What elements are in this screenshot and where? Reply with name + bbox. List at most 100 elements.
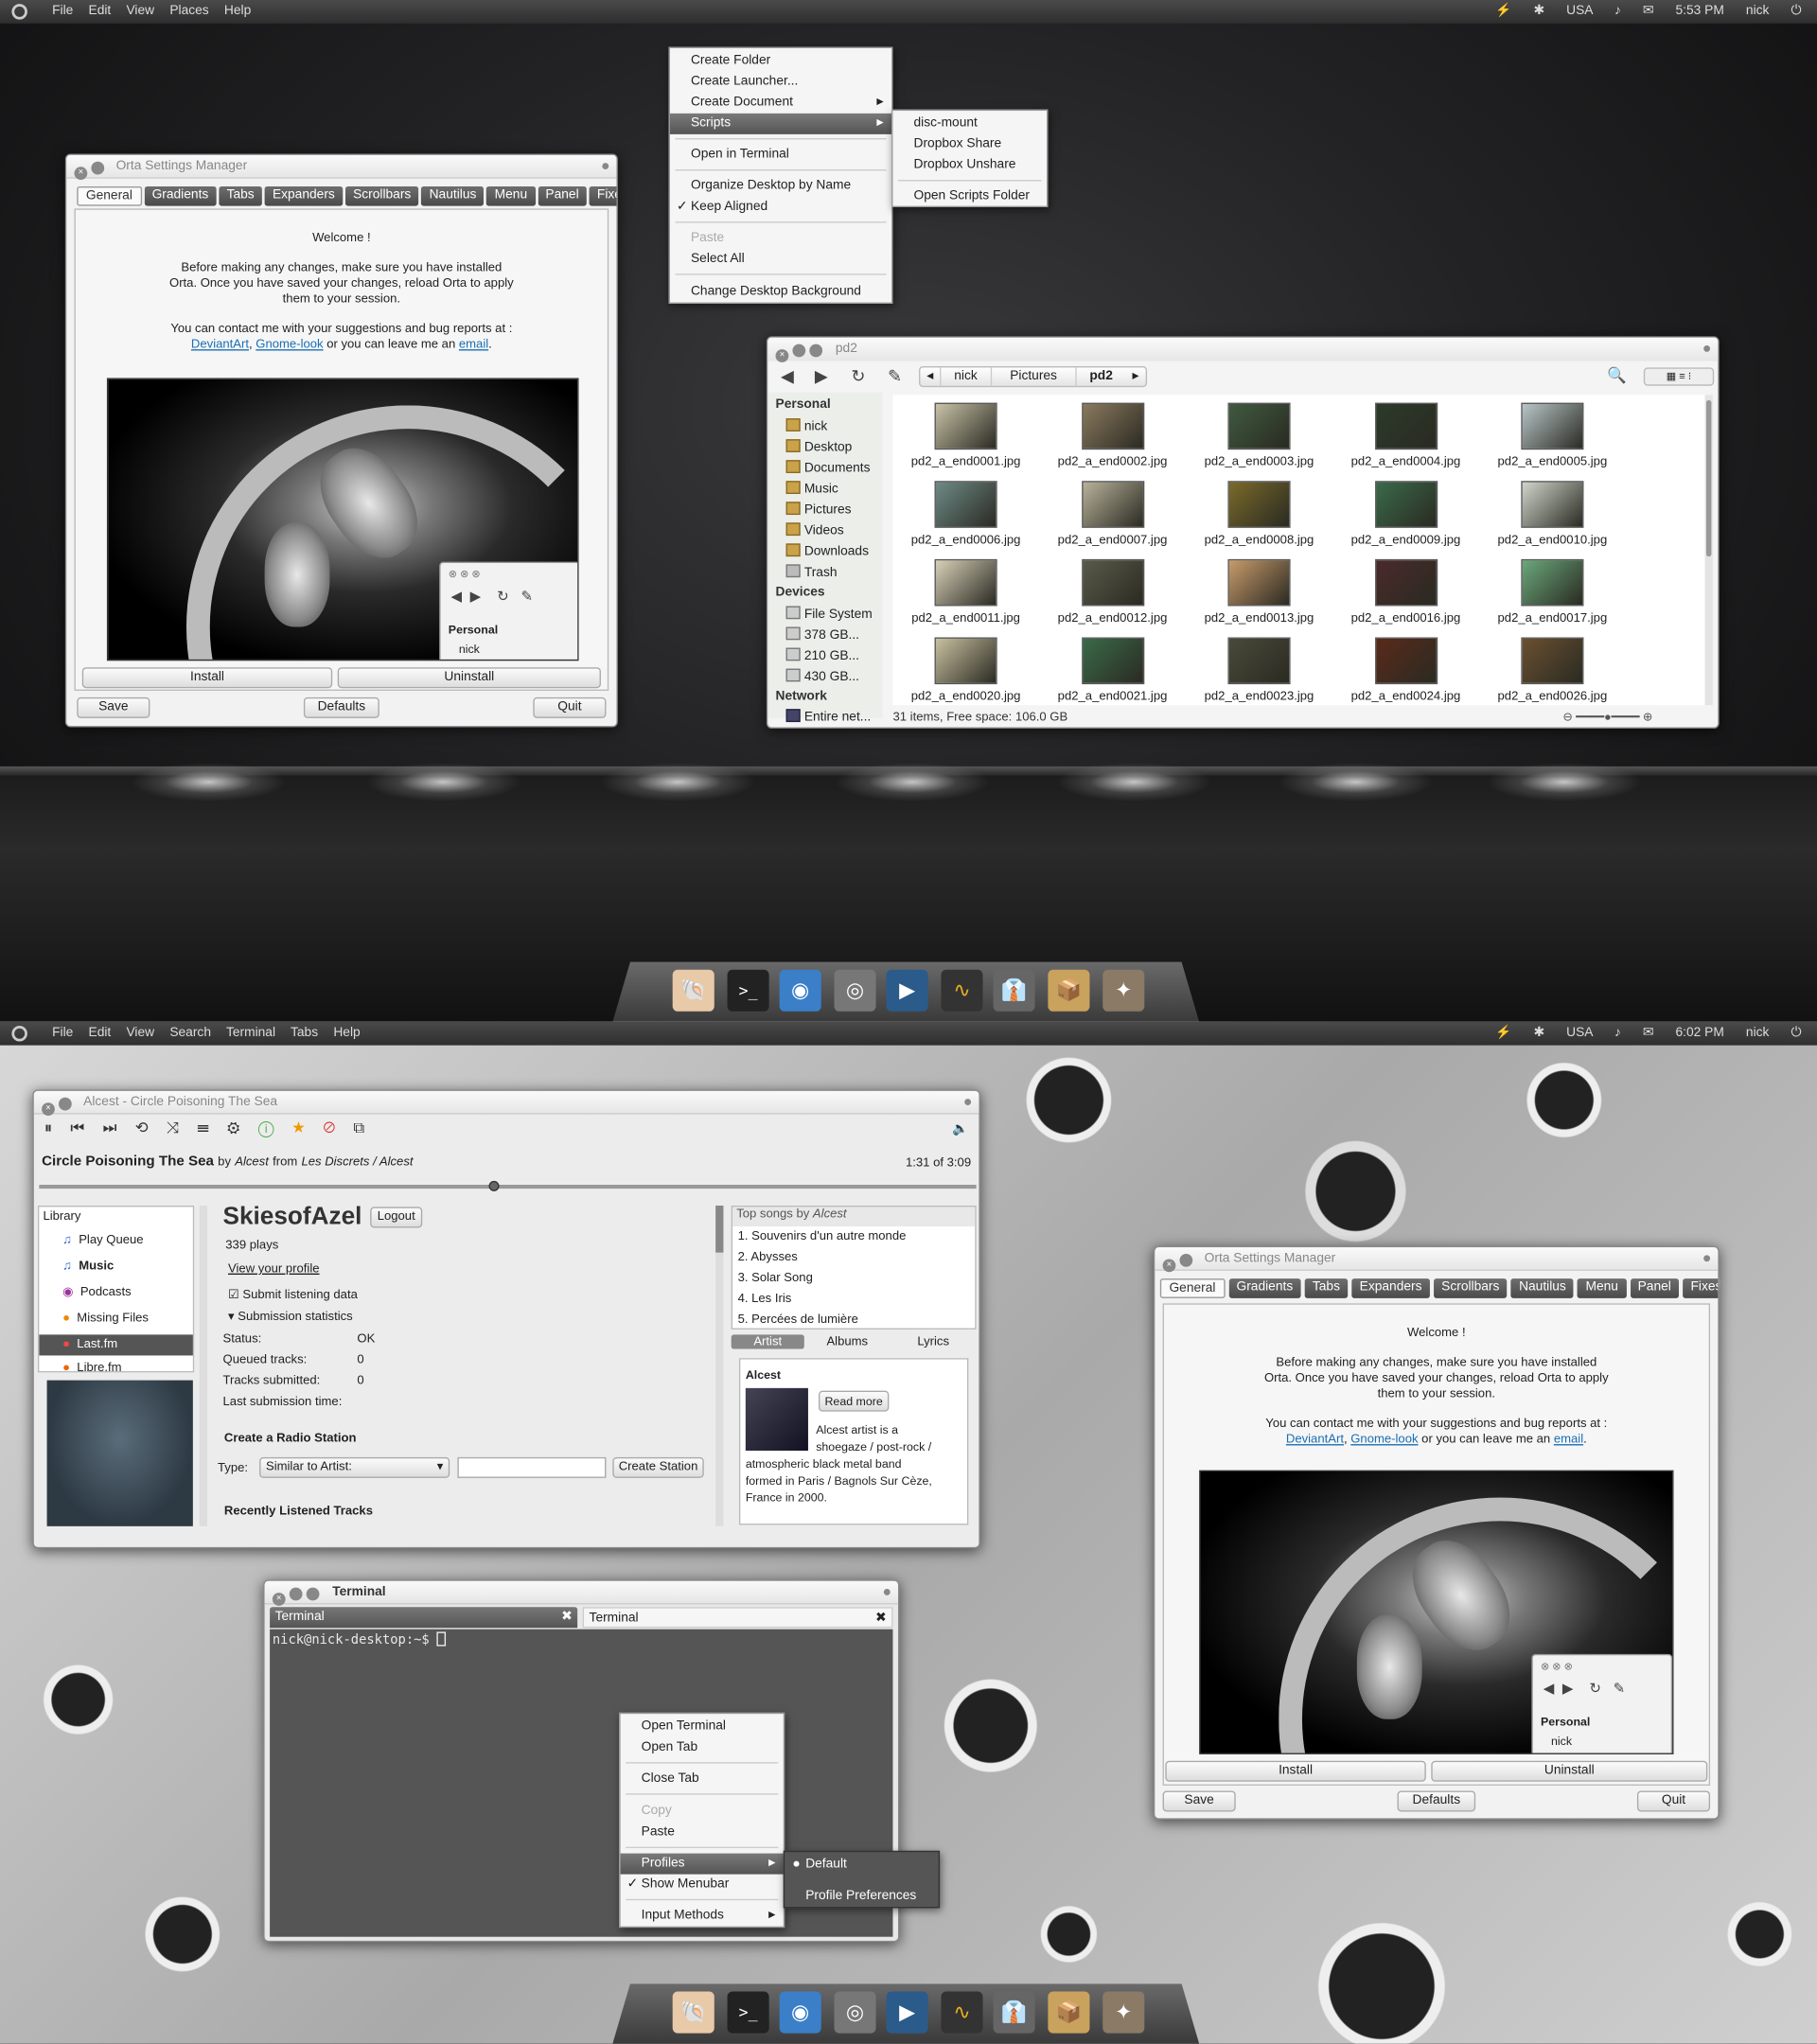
menu-places[interactable]: Places	[169, 4, 208, 18]
sidebar-item-lastfm[interactable]: ● Last.fm	[39, 1334, 193, 1356]
bluetooth-icon[interactable]: ✱	[1533, 1026, 1544, 1040]
close-icon[interactable]: ×	[74, 167, 88, 181]
terminal-icon[interactable]: >_	[727, 969, 769, 1012]
ubuntu-logo-icon[interactable]	[11, 4, 27, 20]
volume-icon[interactable]: ♪	[1614, 1026, 1621, 1040]
tab-gradients[interactable]: Gradients	[144, 185, 217, 206]
bluetooth-icon[interactable]: ✱	[1533, 4, 1544, 18]
menu-select-all[interactable]: Select All	[670, 249, 891, 270]
menu-profile-preferences[interactable]: Profile Preferences	[785, 1886, 939, 1907]
top-song-2[interactable]: 2. Abysses	[738, 1250, 798, 1264]
ubuntu-shell-icon[interactable]: 🐚	[672, 1991, 714, 2034]
view-mode-switcher[interactable]: ▦ ≡ ⁝	[1643, 367, 1715, 386]
defaults-button[interactable]: Defaults	[1397, 1790, 1476, 1812]
file-item[interactable]: pd2_a_end0026.jpg	[1479, 637, 1625, 704]
video-icon[interactable]: ▶	[886, 969, 928, 1012]
power-icon[interactable]: ⏻	[1791, 1026, 1802, 1040]
ubuntu-shell-icon[interactable]: 🐚	[672, 969, 714, 1012]
scrollbar[interactable]	[1704, 395, 1713, 706]
pause-icon[interactable]: ⏸	[44, 1119, 71, 1137]
file-item[interactable]: pd2_a_end0023.jpg	[1186, 637, 1332, 704]
menu-paste[interactable]: Paste	[670, 228, 891, 249]
gnome-look-link[interactable]: Gnome-look	[256, 338, 323, 352]
sidebar-item-librefm[interactable]: ● Libre.fm	[62, 1361, 121, 1371]
mail-icon[interactable]: ✉	[1643, 4, 1654, 18]
file-item[interactable]: pd2_a_end0009.jpg	[1332, 481, 1478, 547]
create-station-button[interactable]: Create Station	[612, 1456, 704, 1478]
file-item[interactable]: pd2_a_end0008.jpg	[1186, 481, 1332, 547]
uninstall-button[interactable]: Uninstall	[1431, 1760, 1708, 1782]
email-link[interactable]: email	[459, 338, 488, 352]
sidebar-item-music[interactable]: ♫ Music	[62, 1260, 114, 1274]
tab-fixes[interactable]: Fixes	[589, 185, 617, 206]
menu-scripts[interactable]: Scripts ▶	[669, 113, 892, 134]
close-tab-icon[interactable]: ✖	[875, 1609, 887, 1630]
menu-keep-aligned[interactable]: ✓ Keep Aligned	[670, 197, 891, 218]
file-item[interactable]: pd2_a_end0021.jpg	[1039, 637, 1185, 704]
maximize-icon[interactable]	[306, 1587, 320, 1601]
volume-icon[interactable]: ♪	[1614, 4, 1621, 18]
playlist-icon[interactable]: ☰	[197, 1119, 227, 1137]
menu-dropbox-unshare[interactable]: Dropbox Unshare	[892, 155, 1047, 176]
network-icon[interactable]: ⚡	[1495, 4, 1511, 18]
suit-icon[interactable]: 👔	[993, 969, 1035, 1012]
sidebar-item-pictures[interactable]: Pictures	[785, 502, 852, 518]
menu-file[interactable]: File	[52, 1026, 73, 1040]
file-item[interactable]: pd2_a_end0024.jpg	[1332, 637, 1478, 704]
tab-nautilus[interactable]: Nautilus	[421, 185, 485, 206]
menu-dropbox-share[interactable]: Dropbox Share	[892, 134, 1047, 155]
tab-gradients[interactable]: Gradients	[1228, 1278, 1301, 1298]
gimp-icon[interactable]: ✦	[1103, 1991, 1145, 2034]
tab-nautilus[interactable]: Nautilus	[1510, 1278, 1575, 1298]
top-song-3[interactable]: 3. Solar Song	[738, 1271, 813, 1285]
close-icon[interactable]: ×	[42, 1102, 55, 1116]
menu-edit[interactable]: Edit	[89, 4, 112, 18]
top-song-4[interactable]: 4. Les Iris	[738, 1292, 792, 1306]
user-menu[interactable]: nick	[1746, 4, 1770, 18]
sidebar-item-trash[interactable]: Trash	[785, 564, 838, 580]
save-button[interactable]: Save	[77, 696, 150, 718]
network-icon[interactable]: ⚡	[1495, 1026, 1511, 1040]
menu-change-background[interactable]: Change Desktop Background	[670, 282, 891, 303]
sidebar-item-play-queue[interactable]: ♫ Play Queue	[62, 1233, 143, 1247]
back-icon[interactable]: ◀	[781, 366, 794, 387]
menu-paste[interactable]: Paste	[621, 1823, 784, 1843]
tab-panel[interactable]: Panel	[538, 185, 587, 206]
mini-window-buttons[interactable]: ⊗ ⊗ ⊗	[449, 567, 481, 583]
ban-icon[interactable]: ⊘	[323, 1119, 353, 1137]
sidebar-item-network[interactable]: Entire net...	[785, 709, 871, 725]
tab-terminal-2[interactable]: Terminal ✖	[582, 1607, 893, 1630]
artist-name[interactable]: Alcest	[235, 1154, 269, 1169]
crumb-pictures[interactable]: Pictures	[990, 367, 1076, 386]
defaults-button[interactable]: Defaults	[303, 696, 379, 718]
file-item[interactable]: pd2_a_end0002.jpg	[1039, 402, 1185, 469]
gimp-icon[interactable]: ✦	[1103, 969, 1145, 1012]
progress-bar[interactable]	[39, 1180, 977, 1191]
sidebar-item-drive-210[interactable]: 210 GB...	[785, 647, 859, 663]
sidebar-item-drive-430[interactable]: 430 GB...	[785, 668, 859, 684]
menu-tabs[interactable]: Tabs	[291, 1026, 318, 1040]
tab-expanders[interactable]: Expanders	[1351, 1278, 1430, 1298]
submit-checkbox[interactable]: ☑ Submit listening data	[228, 1288, 358, 1302]
minimize-icon[interactable]	[289, 1587, 303, 1601]
splitter[interactable]	[715, 1206, 724, 1526]
zoom-slider[interactable]: ⊖ ━━━━●━━━━ ⊕	[1562, 711, 1652, 725]
sidebar-item-missing-files[interactable]: ● Missing Files	[62, 1312, 149, 1326]
menu-organize-desktop[interactable]: Organize Desktop by Name	[670, 176, 891, 197]
menu-create-document[interactable]: Create Document ▶	[670, 93, 891, 114]
terminal-icon[interactable]: >_	[727, 1991, 769, 2034]
tab-general[interactable]: General	[77, 185, 142, 206]
file-item[interactable]: pd2_a_end0010.jpg	[1479, 481, 1625, 547]
tab-scrollbars[interactable]: Scrollbars	[344, 185, 419, 206]
submission-stats-expander[interactable]: ▾ Submission statistics	[228, 1310, 353, 1324]
previous-icon[interactable]: ⏮	[70, 1119, 102, 1137]
sidebar-item-downloads[interactable]: Downloads	[785, 543, 869, 559]
video-icon[interactable]: ▶	[886, 1991, 928, 2034]
love-icon[interactable]: ★	[292, 1119, 324, 1137]
menu-close-tab[interactable]: Close Tab	[621, 1769, 784, 1789]
file-item[interactable]: pd2_a_end0013.jpg	[1186, 558, 1332, 626]
search-icon[interactable]: 🔍	[1607, 366, 1627, 384]
menu-copy[interactable]: Copy	[621, 1801, 784, 1822]
file-item[interactable]: pd2_a_end0001.jpg	[892, 402, 1038, 469]
ubuntu-logo-icon[interactable]	[11, 1025, 27, 1042]
